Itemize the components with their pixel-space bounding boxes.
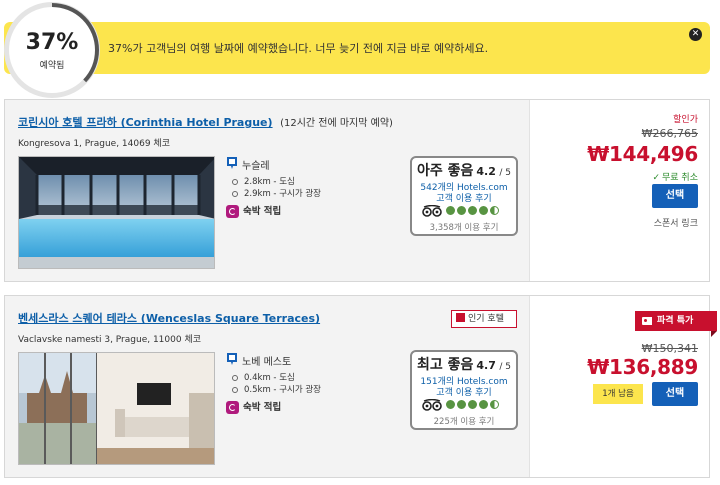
rating-dot <box>479 400 488 409</box>
tripadvisor-owl-icon <box>422 205 442 217</box>
neighborhood-name: 누슬레 <box>242 161 270 172</box>
rating-scale: / 5 <box>499 168 512 178</box>
deal-ribbon: 파격 특가 <box>635 311 717 337</box>
distance-item: 2.8km - 도심 <box>232 175 295 187</box>
select-button[interactable]: 선택 <box>652 382 698 406</box>
tripadvisor-reviews: 3,358개 이용 후기 <box>429 223 499 233</box>
select-button[interactable]: 선택 <box>652 184 698 208</box>
rating-dot <box>457 400 466 409</box>
hotel-photo[interactable] <box>18 352 215 465</box>
distance-item: 0.4km - 도심 <box>232 371 295 383</box>
rewards-badge[interactable]: 숙박 적립 <box>226 399 281 414</box>
rating-dot-half <box>490 206 499 215</box>
hotel-photo[interactable] <box>18 156 215 269</box>
booked-label: 예약됨 <box>39 61 65 71</box>
urgency-message: 37%가 고객님의 여행 날짜에 예약했습니다. 너무 늦기 전에 지금 바로 … <box>108 42 489 55</box>
hotel-title-row: 벤세스라스 스퀘어 테라스 (Wenceslas Square Terraces… <box>18 310 320 326</box>
hotel-address: Kongresova 1, Prague, 14069 체코 <box>18 139 170 149</box>
old-price: ₩150,341 <box>641 342 698 355</box>
rewards-icon <box>226 205 239 218</box>
guest-rating: 아주 좋음 4.2 / 5 <box>412 160 516 180</box>
hotel-name-link[interactable]: 벤세스라스 스퀘어 테라스 (Wenceslas Square Terraces… <box>18 312 320 325</box>
hotel-address: Vaclavske namesti 3, Prague, 11000 체코 <box>18 335 202 345</box>
tripadvisor-reviews: 225개 이용 후기 <box>433 417 495 427</box>
rating-dot <box>479 206 488 215</box>
popular-hotel-label: 인기 호텔 <box>468 314 504 324</box>
distance-item: 2.9km - 구시가 광장 <box>232 187 321 199</box>
free-cancel: ✓ 무료 취소 <box>652 170 698 183</box>
rating-dot <box>457 206 466 215</box>
rewards-icon <box>226 401 239 414</box>
rating-box[interactable]: 아주 좋음 4.2 / 5 542개의 Hotels.com 고객 이용 후기 3… <box>410 156 518 236</box>
check-icon: ✓ <box>652 173 661 183</box>
guest-rating: 최고 좋음 4.7 / 5 <box>412 354 516 374</box>
last-booked-note: (12시간 전에 마지막 예약) <box>280 118 393 129</box>
rewards-label: 숙박 적립 <box>243 402 282 413</box>
sponsored-link-label: 스폰서 링크 <box>653 219 698 229</box>
distance-item: 0.5km - 구시가 광장 <box>232 383 321 395</box>
rating-dot-half <box>490 400 499 409</box>
tripadvisor-owl-icon <box>422 399 442 411</box>
free-cancel-label: 무료 취소 <box>662 173 698 183</box>
rewards-label: 숙박 적립 <box>243 206 282 217</box>
rooms-left-badge: 1개 남음 <box>593 384 643 404</box>
rating-dot <box>468 206 477 215</box>
popular-hotel-icon <box>456 313 465 322</box>
urgency-banner: 37%가 고객님의 여행 날짜에 예약했습니다. 너무 늦기 전에 지금 바로 … <box>4 22 710 74</box>
hotel-card: 코린시아 호텔 프라하 (Corinthia Hotel Prague) (12… <box>4 99 710 282</box>
discount-label: 할인가 <box>673 115 698 125</box>
rating-dot <box>446 400 455 409</box>
close-icon[interactable]: ✕ <box>689 28 702 41</box>
deal-ribbon-label: 파격 특가 <box>657 316 694 326</box>
map-pin-icon <box>227 353 237 365</box>
rewards-badge[interactable]: 숙박 적립 <box>226 203 281 218</box>
rating-scale: / 5 <box>499 362 512 372</box>
booked-percentage-ring: 37% 예약됨 <box>4 2 100 98</box>
tripadvisor-rating <box>422 399 512 411</box>
price: ₩144,496 <box>587 142 698 166</box>
review-sub-link[interactable]: 고객 이용 후기 <box>412 191 516 204</box>
rating-box[interactable]: 최고 좋음 4.7 / 5 151개의 Hotels.com 고객 이용 후기 2… <box>410 350 518 430</box>
hotel-title-row: 코린시아 호텔 프라하 (Corinthia Hotel Prague) (12… <box>18 114 393 130</box>
review-sub-link[interactable]: 고객 이용 후기 <box>412 385 516 398</box>
neighborhood-name: 노베 메스토 <box>242 357 292 368</box>
rating-dot <box>446 206 455 215</box>
old-price: ₩266,765 <box>641 127 698 140</box>
price-panel: 할인가 ₩266,765 ₩144,496 ✓ 무료 취소 선택 스폰서 링크 <box>529 100 709 281</box>
tripadvisor-rating <box>422 205 512 217</box>
rating-score: 4.7 <box>476 359 496 372</box>
hotel-card: 벤세스라스 스퀘어 테라스 (Wenceslas Square Terraces… <box>4 295 710 478</box>
rating-word: 아주 좋음 <box>416 163 474 179</box>
price-tag-icon <box>642 317 652 325</box>
price: ₩136,889 <box>587 355 698 379</box>
map-pin-icon <box>227 157 237 169</box>
rating-score: 4.2 <box>476 165 496 178</box>
booked-percentage: 37% <box>25 30 79 55</box>
popular-hotel-badge: 인기 호텔 <box>451 310 517 328</box>
rating-dot <box>468 400 477 409</box>
rating-word: 최고 좋음 <box>416 357 474 373</box>
hotel-name-link[interactable]: 코린시아 호텔 프라하 (Corinthia Hotel Prague) <box>18 116 273 129</box>
